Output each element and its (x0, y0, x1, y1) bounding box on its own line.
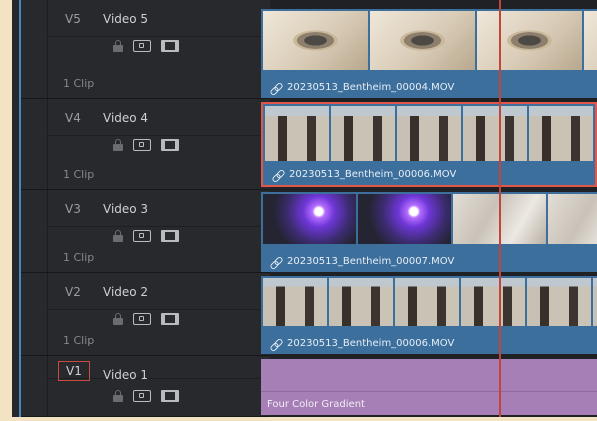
clip-name: 20230513_Bentheim_00007.MOV (287, 256, 455, 267)
track-header-divider (47, 99, 48, 189)
video-clip[interactable]: 20230513_Bentheim_00006.MOV (261, 276, 597, 354)
clip-name: Four Color Gradient (267, 399, 365, 410)
generator-divider (261, 391, 597, 392)
link-icon (271, 257, 281, 267)
track-header-row-line (47, 36, 270, 37)
track-clip-count: 1 Clip (63, 168, 95, 181)
playhead[interactable] (499, 0, 501, 417)
clip-thumbnail (461, 278, 525, 326)
track-controls (113, 139, 179, 151)
film-strip-icon[interactable] (161, 40, 179, 52)
track-header-divider (47, 356, 48, 416)
link-icon (271, 339, 281, 349)
link-icon (273, 170, 283, 180)
background-margin (0, 0, 12, 421)
clip-thumbnail (593, 278, 597, 326)
track-header-row-line (47, 226, 270, 227)
track-id-label: V5 (65, 12, 81, 26)
lock-icon[interactable] (113, 139, 123, 151)
track-name[interactable]: Video 2 (103, 285, 148, 299)
clip-label: Four Color Gradient (267, 399, 365, 410)
timeline-left-edge (12, 0, 19, 417)
film-strip-icon[interactable] (161, 390, 179, 402)
clip-thumbnails (263, 11, 597, 70)
clip-name: 20230513_Bentheim_00004.MOV (287, 82, 455, 93)
track-header-v5[interactable]: V5 Video 5 1 Clip (21, 0, 270, 99)
clip-label: 20230513_Bentheim_00006.MOV (273, 169, 456, 180)
clip-thumbnail (265, 106, 329, 161)
clip-label: 20230513_Bentheim_00004.MOV (271, 82, 454, 93)
clip-thumbnail (395, 278, 459, 326)
clip-thumbnail (548, 194, 597, 244)
clip-thumbnails (263, 194, 597, 244)
track-header-row-line (47, 135, 270, 136)
clip-thumbnail (263, 11, 368, 70)
track-name[interactable]: Video 3 (103, 202, 148, 216)
track-name[interactable]: Video 4 (103, 111, 148, 125)
auto-select-icon[interactable] (133, 40, 151, 52)
clip-thumbnail (527, 278, 591, 326)
lock-icon[interactable] (113, 40, 123, 52)
auto-select-icon[interactable] (133, 313, 151, 325)
clip-thumbnail (529, 106, 593, 161)
track-header-divider (47, 0, 48, 98)
film-strip-icon[interactable] (161, 230, 179, 242)
lock-icon[interactable] (113, 313, 123, 325)
clip-thumbnail (331, 106, 395, 161)
clip-name: 20230513_Bentheim_00006.MOV (287, 338, 455, 349)
auto-select-icon[interactable] (133, 230, 151, 242)
clip-thumbnail (463, 106, 527, 161)
track-id-label: V4 (65, 111, 81, 125)
video-clip[interactable]: 20230513_Bentheim_00007.MOV (261, 192, 597, 272)
link-icon (271, 83, 281, 93)
track-header-divider (47, 273, 48, 355)
clip-label: 20230513_Bentheim_00007.MOV (271, 256, 454, 267)
clip-thumbnail (263, 278, 327, 326)
lock-icon[interactable] (113, 390, 123, 402)
track-header-v2[interactable]: V2 Video 2 1 Clip (21, 273, 270, 356)
track-id-label[interactable]: V1 (58, 361, 90, 381)
track-header-v4[interactable]: V4 Video 4 1 Clip (21, 99, 270, 190)
track-header-row-line (47, 309, 270, 310)
clip-thumbnails (265, 106, 595, 161)
clip-thumbnail (370, 11, 475, 70)
track-id-label: V3 (65, 202, 81, 216)
track-header-v1[interactable]: V1 Video 1 (21, 356, 270, 417)
track-clip-count: 1 Clip (63, 334, 95, 347)
clip-thumbnail (358, 194, 451, 244)
clip-thumbnail (397, 106, 461, 161)
clip-thumbnail (477, 11, 582, 70)
track-id-label: V2 (65, 285, 81, 299)
clip-name: 20230513_Bentheim_00006.MOV (289, 169, 457, 180)
track-controls (113, 313, 179, 325)
clip-thumbnail (263, 194, 356, 244)
track-name[interactable]: Video 5 (103, 12, 148, 26)
track-clip-count: 1 Clip (63, 77, 95, 90)
track-header-divider (47, 190, 48, 272)
track-header-v3[interactable]: V3 Video 3 1 Clip (21, 190, 270, 273)
timeline-screenshot: V5 Video 5 1 Clip V4 Video 4 1 Clip V3 Video 3 1… (0, 0, 597, 421)
auto-select-icon[interactable] (133, 390, 151, 402)
auto-select-icon[interactable] (133, 139, 151, 151)
track-controls (113, 390, 179, 402)
lock-icon[interactable] (113, 230, 123, 242)
video-clip[interactable]: 20230513_Bentheim_00004.MOV (261, 9, 597, 98)
background-margin-bottom (0, 417, 597, 421)
generator-clip[interactable]: Four Color Gradient (261, 359, 597, 415)
film-strip-icon[interactable] (161, 139, 179, 151)
timeline-panel: V5 Video 5 1 Clip V4 Video 4 1 Clip V3 Video 3 1… (12, 0, 597, 417)
clip-thumbnails (263, 278, 597, 326)
track-controls (113, 40, 179, 52)
track-name[interactable]: Video 1 (103, 368, 148, 382)
track-headers: V5 Video 5 1 Clip V4 Video 4 1 Clip V3 Video 3 1… (21, 0, 270, 417)
clip-thumbnail (584, 11, 597, 70)
track-controls (113, 230, 179, 242)
clip-thumbnail (329, 278, 393, 326)
film-strip-icon[interactable] (161, 313, 179, 325)
video-clip[interactable]: 20230513_Bentheim_00006.MOV (261, 102, 597, 187)
clip-label: 20230513_Bentheim_00006.MOV (271, 338, 454, 349)
track-clip-count: 1 Clip (63, 251, 95, 264)
